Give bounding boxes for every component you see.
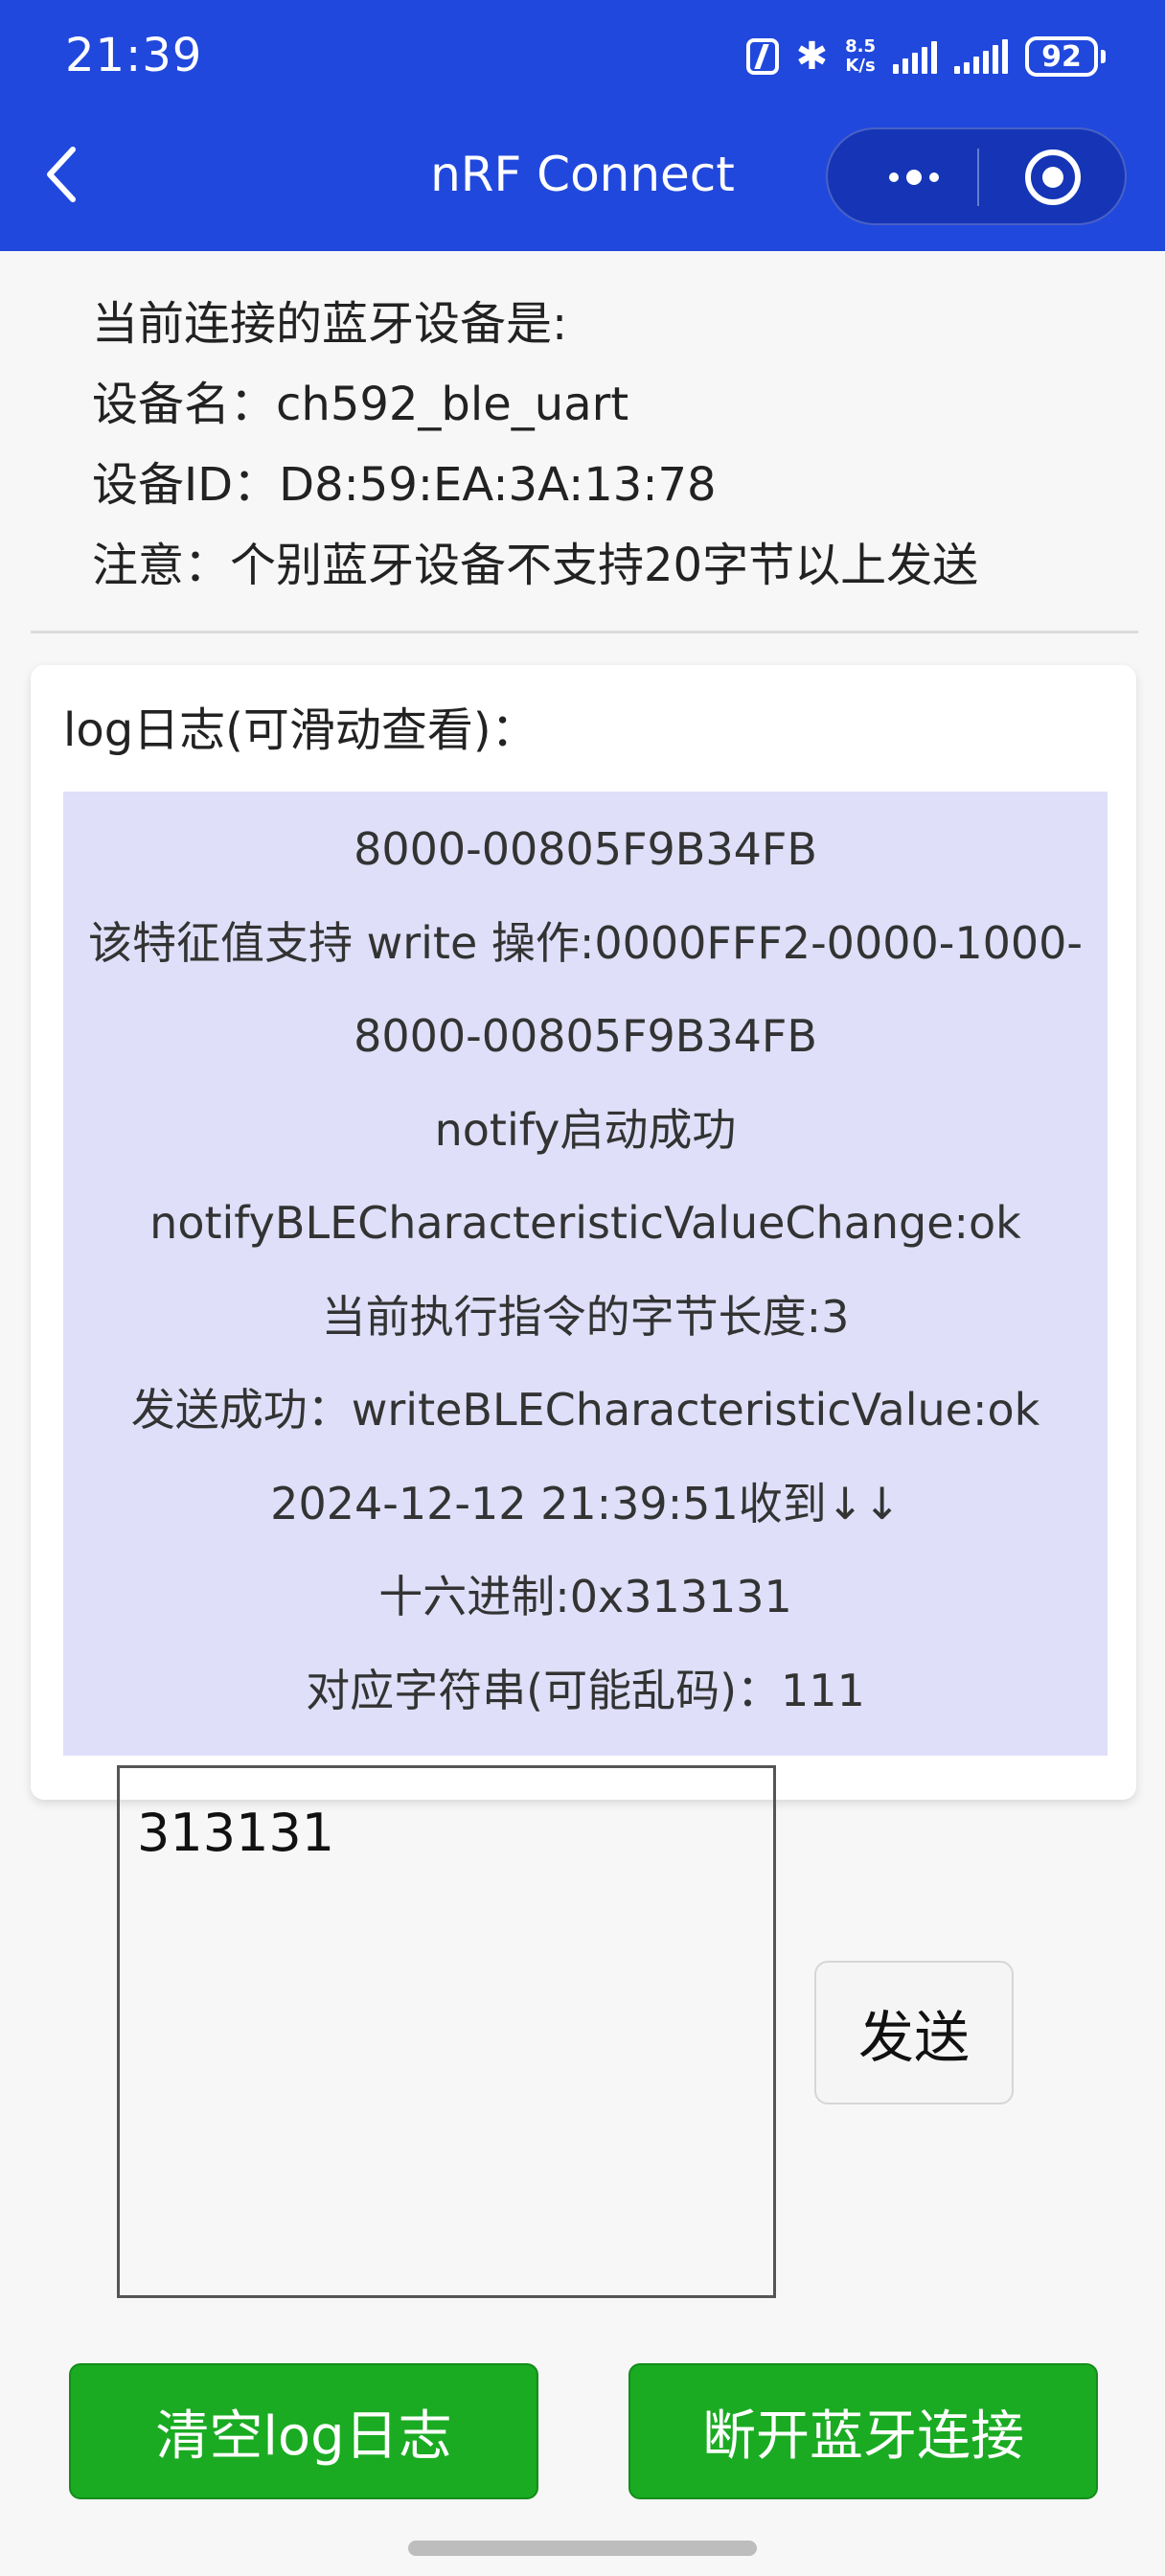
bluetooth-icon: ✱ <box>795 34 829 79</box>
section-divider <box>31 631 1138 633</box>
device-id: 设备ID：D8:59:EA:3A:13:78 <box>92 458 717 512</box>
log-line: 2024-12-12 21:39:51收到↓↓ <box>270 1477 901 1530</box>
log-lines: 8000-00805F9B34FB 该特征值支持 write 操作:0000FF… <box>63 792 1108 1737</box>
device-name: 设备名：ch592_ble_uart <box>92 378 629 431</box>
signal-icon-1 <box>893 39 937 74</box>
clear-log-button[interactable]: 清空log日志 <box>69 2363 538 2499</box>
log-line: 十六进制:0x313131 <box>378 1571 792 1622</box>
battery-icon: 92 <box>1025 36 1106 77</box>
battery-level: 92 <box>1041 39 1082 74</box>
send-data-value: 313131 <box>137 1803 335 1863</box>
status-icons: ✱ 8.5 K/s 92 <box>745 31 1106 82</box>
mini-program-capsule <box>826 127 1127 225</box>
log-line: notify启动成功 <box>434 1103 737 1156</box>
log-line: 该特征值支持 write 操作:0000FFF2-0000-1000- <box>87 916 1084 969</box>
nfc-icon <box>745 38 779 75</box>
more-options-icon[interactable] <box>876 158 952 196</box>
network-speed: 8.5 K/s <box>845 37 876 76</box>
log-scroll-area[interactable]: 8000-00805F9B34FB 该特征值支持 write 操作:0000FF… <box>63 792 1108 1756</box>
log-line: 当前执行指令的字节长度:3 <box>321 1290 850 1343</box>
device-note: 注意：个别蓝牙设备不支持20字节以上发送 <box>92 539 979 592</box>
status-time: 21:39 <box>65 29 203 82</box>
log-line: notifyBLECharacteristicValueChange:ok <box>149 1197 1021 1249</box>
capsule-divider <box>977 149 979 206</box>
log-card: log日志(可滑动查看)： 8000-00805F9B34FB 该特征值支持 w… <box>31 665 1136 1800</box>
device-heading: 当前连接的蓝牙设备是: <box>92 297 568 351</box>
send-data-input[interactable]: 313131 <box>117 1765 776 2298</box>
signal-icon-2 <box>954 39 1008 74</box>
log-title: log日志(可滑动查看)： <box>63 703 537 757</box>
network-speed-value: 8.5 <box>845 36 876 57</box>
home-indicator[interactable] <box>408 2541 757 2556</box>
close-target-icon[interactable] <box>1025 150 1081 205</box>
top-bar: 21:39 ✱ 8.5 K/s 92 nRF Connect <box>0 0 1165 251</box>
disconnect-bluetooth-button[interactable]: 断开蓝牙连接 <box>628 2363 1098 2499</box>
network-speed-unit: K/s <box>845 56 876 76</box>
send-button[interactable]: 发送 <box>814 1961 1014 2104</box>
log-line: 8000-00805F9B34FB <box>354 1010 817 1062</box>
log-line: 对应字符串(可能乱码)：111 <box>306 1664 865 1716</box>
log-line: 8000-00805F9B34FB <box>354 823 817 875</box>
log-line: 发送成功：writeBLECharacteristicValue:ok <box>130 1384 1040 1436</box>
device-info: 当前连接的蓝牙设备是: 设备名：ch592_ble_uart 设备ID：D8:5… <box>92 284 978 606</box>
